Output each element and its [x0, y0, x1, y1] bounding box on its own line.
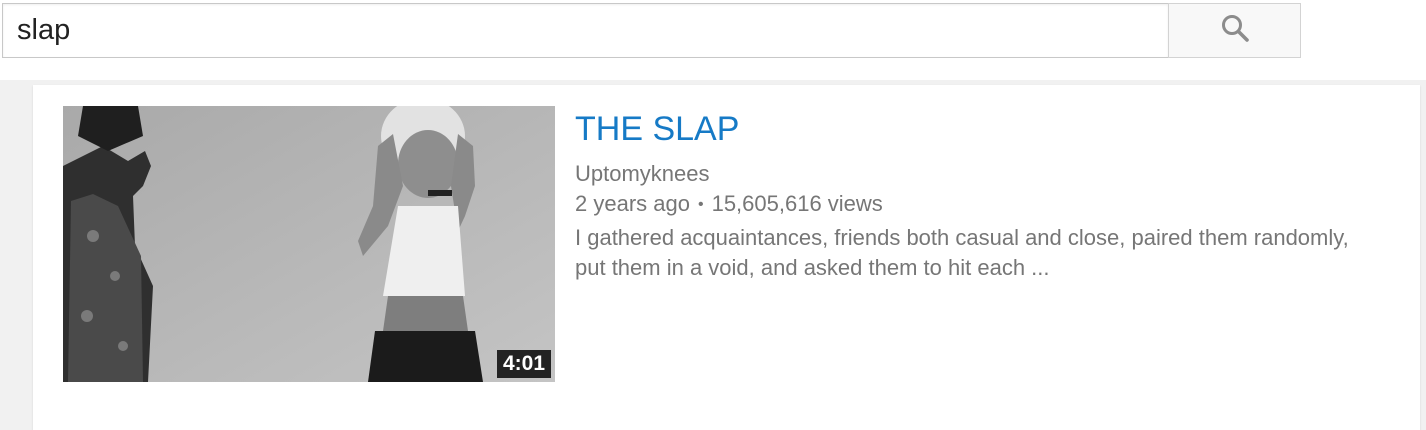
channel-name-link[interactable]: Uptomyknees	[575, 159, 710, 189]
video-thumbnail[interactable]: 4:01	[63, 106, 555, 382]
search-results: 4:01 THE SLAP Uptomyknees 2 years ago • 15…	[33, 85, 1420, 430]
meta-separator: •	[697, 196, 704, 213]
video-description: I gathered acquaintances, friends both c…	[575, 225, 1349, 280]
search-input[interactable]	[2, 3, 1168, 58]
search-button[interactable]	[1168, 3, 1301, 58]
video-title-link[interactable]: THE SLAP	[575, 108, 739, 150]
view-count: 15,605,616 views	[711, 191, 883, 216]
upload-age: 2 years ago	[575, 191, 690, 216]
video-duration: 4:01	[496, 350, 551, 378]
masthead	[0, 0, 1426, 80]
video-metadata: 2 years ago • 15,605,616 views	[575, 189, 883, 220]
thumbnail-image	[63, 106, 555, 382]
search-icon	[1220, 13, 1250, 48]
